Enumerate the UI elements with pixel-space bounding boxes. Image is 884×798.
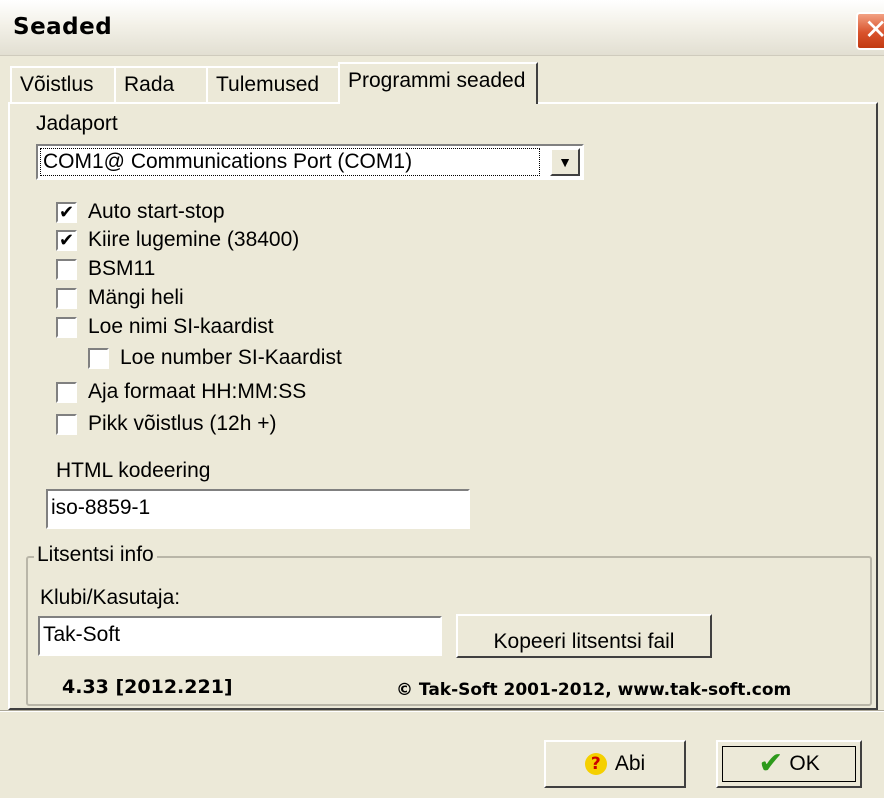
tab-label: Rada: [124, 73, 175, 96]
tab-label: Tulemused: [216, 73, 320, 96]
tab-tulemused[interactable]: Tulemused: [206, 66, 340, 102]
tab-rada[interactable]: Rada: [114, 66, 208, 102]
close-button[interactable]: ✕: [856, 12, 884, 50]
help-icon: ?: [584, 753, 607, 776]
help-button[interactable]: ? Abi: [544, 740, 686, 788]
title-bar[interactable]: Seaded ✕: [0, 0, 884, 56]
tab-label: Võistlus: [20, 73, 94, 96]
tab-page: [8, 102, 878, 710]
footer-separator: [0, 710, 884, 712]
window-title: Seaded: [13, 14, 113, 40]
tab-label: Programmi seaded: [348, 69, 526, 92]
tab-programmi-seaded[interactable]: Programmi seaded: [338, 62, 538, 104]
tab-voistlus[interactable]: Võistlus: [10, 66, 116, 102]
ok-button[interactable]: ✔ OK: [716, 740, 862, 788]
help-button-label: Abi: [614, 752, 646, 775]
close-icon: ✕: [864, 13, 884, 46]
focus-ring: [722, 746, 856, 782]
